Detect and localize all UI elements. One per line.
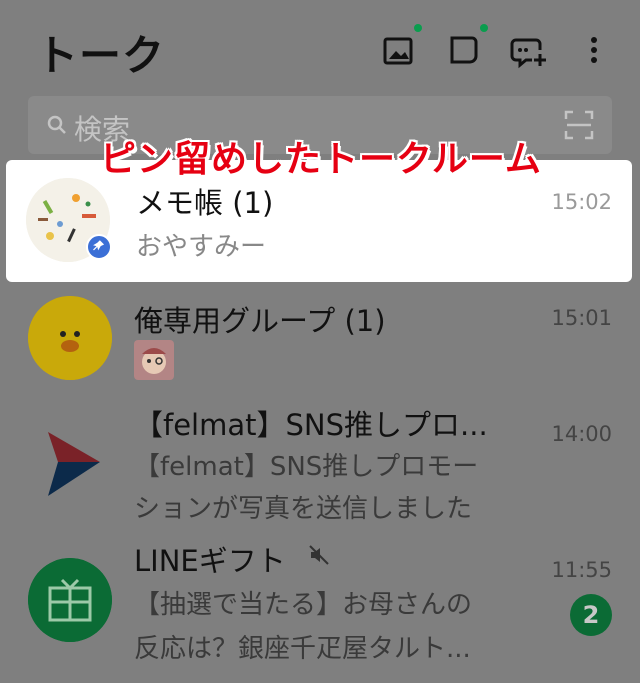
search-icon xyxy=(47,115,66,134)
chat-name: メモ帳 (1) xyxy=(136,186,274,220)
chat-time: 14:00 xyxy=(551,422,612,446)
chat-row-group[interactable]: 俺専用グループ (1) 15:01 xyxy=(0,290,640,390)
pin-icon xyxy=(86,234,112,260)
new-chat-icon[interactable] xyxy=(510,30,550,70)
chat-preview: おやすみー xyxy=(136,232,267,262)
chat-preview-line2: 反応は？銀座千疋屋タルト... xyxy=(134,634,471,664)
more-vert-icon[interactable] xyxy=(574,30,614,70)
unread-badge: 2 xyxy=(570,594,612,636)
avatar xyxy=(28,296,112,380)
header: トーク xyxy=(0,0,640,92)
photo-icon[interactable] xyxy=(380,30,420,70)
chat-name: 【felmat】SNS推しプロ... xyxy=(134,408,488,442)
chat-name: 俺専用グループ (1) xyxy=(134,304,386,338)
chat-bubble-icon[interactable] xyxy=(444,30,484,70)
sticker-icon xyxy=(134,340,174,380)
chat-notification-dot xyxy=(480,24,488,32)
mute-icon xyxy=(309,545,329,565)
chat-time: 15:01 xyxy=(551,306,612,330)
avatar xyxy=(28,418,112,502)
scan-icon[interactable] xyxy=(564,110,594,140)
chat-time: 15:02 xyxy=(551,190,612,214)
page-title: トーク xyxy=(36,31,166,80)
chat-preview-line1: 【抽選で当たる】お母さんの xyxy=(134,590,473,620)
chat-preview-line2: ションが写真を送信しました xyxy=(134,494,473,524)
avatar xyxy=(28,558,112,642)
chat-preview-line1: 【felmat】SNS推しプロモー xyxy=(134,452,479,482)
photo-notification-dot xyxy=(414,24,422,32)
chat-name: LINEギフト xyxy=(134,544,286,578)
chat-row-felmat[interactable]: 【felmat】SNS推しプロ... 【felmat】SNS推しプロモー ション… xyxy=(0,396,640,534)
annotation-banner: ピン留めしたトークルーム xyxy=(100,139,542,180)
chat-time: 11:55 xyxy=(551,558,612,582)
chat-row-line-gift[interactable]: LINEギフト 【抽選で当たる】お母さんの 反応は？銀座千疋屋タルト... 11… xyxy=(0,534,640,683)
